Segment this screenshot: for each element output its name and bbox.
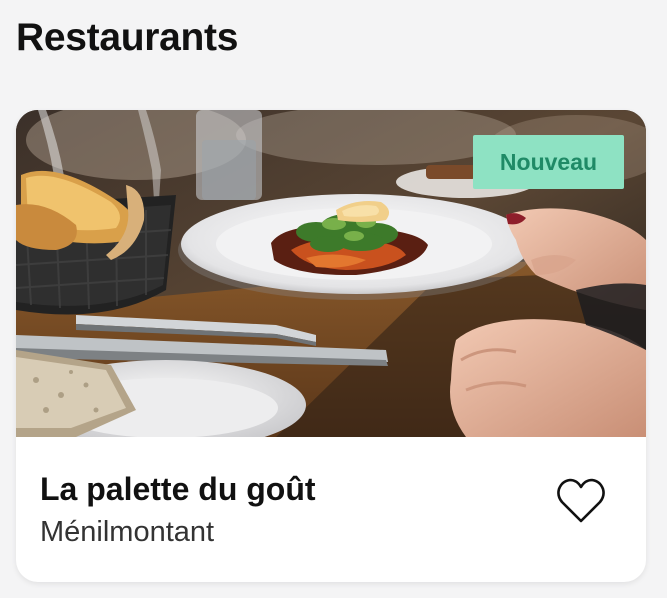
section-title: Restaurants <box>16 16 239 59</box>
card-body: La palette du goût Ménilmontant <box>16 437 646 582</box>
restaurant-card[interactable]: Nouveau La palette du goût Ménilmontant <box>16 110 646 582</box>
restaurant-name: La palette du goût <box>40 471 316 507</box>
restaurants-page: Restaurants Nouveau La palette du goût M… <box>0 0 667 598</box>
restaurant-photo: Nouveau <box>16 110 646 437</box>
heart-outline-icon <box>557 478 605 523</box>
new-badge: Nouveau <box>473 135 624 189</box>
restaurant-location: Ménilmontant <box>40 516 215 548</box>
favorite-button[interactable] <box>556 477 606 525</box>
